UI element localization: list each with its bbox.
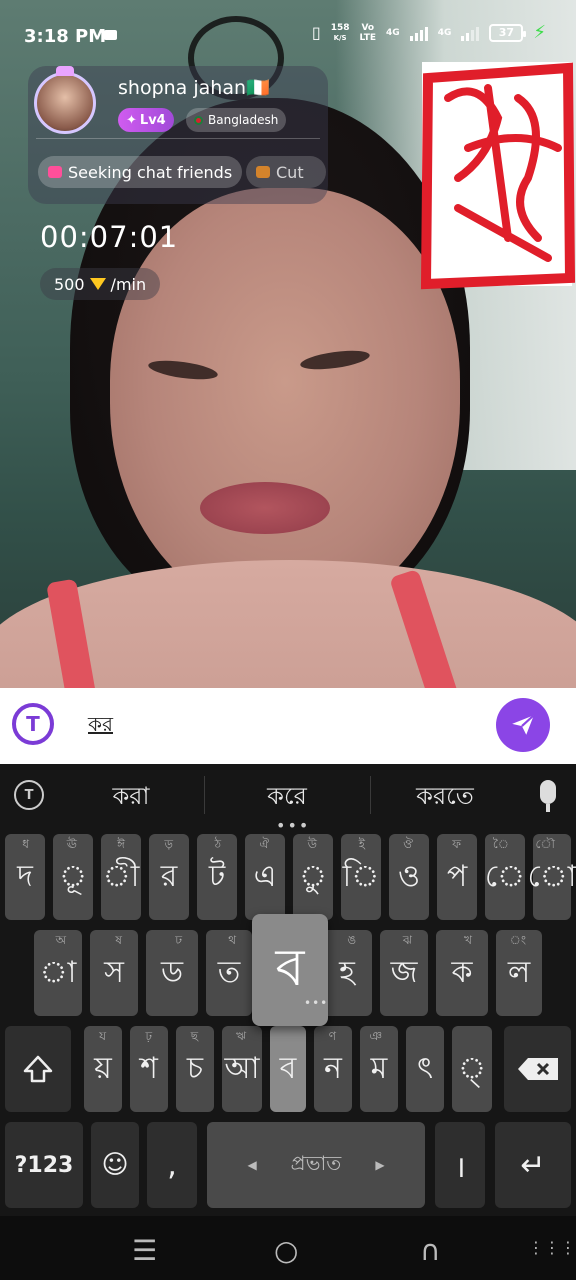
tag-icon xyxy=(256,166,270,178)
key[interactable]: ্ xyxy=(452,1026,492,1112)
suggestion-2[interactable]: করে xyxy=(232,778,342,818)
period-key[interactable]: । xyxy=(435,1122,485,1208)
microphone-icon[interactable] xyxy=(540,780,556,804)
backspace-key[interactable] xyxy=(504,1026,571,1112)
arrow-left-icon: ◀ xyxy=(247,1158,257,1172)
suggestion-3[interactable]: করতে xyxy=(390,778,500,818)
smiley-icon: ☺ xyxy=(101,1150,129,1180)
charging-icon: ⚡ xyxy=(533,22,546,43)
key[interactable]: র ড় xyxy=(149,834,189,920)
send-icon xyxy=(512,714,535,735)
sparkle-icon: ✦ xyxy=(126,112,137,128)
symbols-key[interactable]: ?123 xyxy=(5,1122,83,1208)
country-label: Bangladesh xyxy=(208,113,279,127)
key[interactable]: হঙ xyxy=(322,930,372,1016)
key[interactable]: ওঔ xyxy=(389,834,429,920)
shift-key[interactable] xyxy=(5,1026,71,1112)
avatar[interactable] xyxy=(34,72,96,134)
keyboard-translate-icon[interactable]: T xyxy=(14,780,44,810)
emoji-key[interactable]: ☺ xyxy=(91,1122,139,1208)
level-badge: ✦ Lv4 xyxy=(118,108,174,132)
key[interactable]: শ ঢ় xyxy=(130,1026,168,1112)
key[interactable]: া অ xyxy=(34,930,82,1016)
lte-label-2: 4G xyxy=(437,27,452,38)
enter-key[interactable]: ↵ xyxy=(495,1122,571,1208)
recents-icon[interactable]: ☰ xyxy=(132,1234,157,1267)
avatar-frame-icon xyxy=(56,66,74,76)
drawn-scribble xyxy=(420,62,576,290)
signal-icon-2 xyxy=(461,25,480,41)
key[interactable]: তথ xyxy=(206,930,252,1016)
enter-icon: ↵ xyxy=(520,1147,546,1183)
key[interactable]: ু উ xyxy=(293,834,333,920)
key[interactable]: মঞ xyxy=(360,1026,398,1112)
lte-label-1: 4G xyxy=(386,27,400,38)
caller-profile-card[interactable]: shopna jahan🇮🇪 ✦ Lv4 Bangladesh Seeking … xyxy=(28,66,328,204)
diamond-icon xyxy=(89,278,106,290)
key[interactable]: ৎ xyxy=(406,1026,444,1112)
chat-heart-icon xyxy=(48,166,62,178)
network-speed: 158 K/S xyxy=(330,22,350,42)
key[interactable]: আঋ xyxy=(222,1026,262,1112)
country-badge: Bangladesh xyxy=(186,108,287,132)
suggestion-strip: T করা করে করতে ••• xyxy=(0,764,576,835)
key[interactable]: নণ xyxy=(314,1026,352,1112)
status-time: 3:18 PM xyxy=(24,26,107,47)
volte-indicator: Vo LTE xyxy=(359,22,377,43)
home-icon[interactable]: ○ xyxy=(274,1234,298,1267)
key[interactable]: ি ই xyxy=(341,834,381,920)
key[interactable]: য় য xyxy=(84,1026,122,1112)
message-input-bar: T কর xyxy=(0,688,576,764)
call-timer: 00:07:01 xyxy=(40,220,179,254)
backspace-icon xyxy=(517,1058,558,1080)
arrow-right-icon: ▶ xyxy=(375,1158,385,1172)
key[interactable]: ী ঈ xyxy=(101,834,141,920)
send-button[interactable] xyxy=(496,698,550,752)
battery-icon: 37 xyxy=(489,23,527,42)
vibrate-icon: ▯ xyxy=(311,23,321,42)
space-key[interactable]: ◀ প্রভাত ▶ xyxy=(207,1122,425,1208)
message-input[interactable]: কর xyxy=(88,710,113,743)
navigation-bar: ☰ ○ ∩ ⋮⋮⋮ xyxy=(0,1216,576,1280)
key-pressed[interactable]: ব xyxy=(270,1026,306,1112)
caller-name: shopna jahan🇮🇪 xyxy=(118,77,270,99)
key[interactable]: ডঢ xyxy=(146,930,198,1016)
key[interactable]: োৌ xyxy=(528,834,576,920)
popup-more-icon: ••• xyxy=(304,996,329,1010)
signal-icon-1 xyxy=(409,25,428,41)
key[interactable]: সষ xyxy=(90,930,138,1016)
back-icon[interactable]: ∩ xyxy=(420,1234,441,1267)
key[interactable]: টঠ xyxy=(197,834,237,920)
space-label: প্রভাত xyxy=(290,1150,342,1175)
comma-key[interactable]: , xyxy=(147,1122,197,1208)
suggestion-divider xyxy=(204,776,205,814)
status-bar: 3:18 PM ▯ 158 K/S Vo LTE 4G 4G 37 ⚡ xyxy=(0,0,576,72)
key[interactable]: এঐ xyxy=(245,834,285,920)
microphone-stand xyxy=(546,804,550,812)
key[interactable]: লং xyxy=(496,930,542,1016)
shift-arrow-icon xyxy=(23,1055,53,1083)
camera-recording-icon xyxy=(104,30,117,40)
key[interactable]: পফ xyxy=(437,834,477,920)
key[interactable]: কখ xyxy=(436,930,488,1016)
key[interactable]: েৈ xyxy=(485,834,525,920)
call-rate: 500 /min xyxy=(40,268,161,300)
keyboard-switch-icon[interactable]: ⋮⋮⋮ xyxy=(528,1238,576,1257)
suggestion-1[interactable]: করা xyxy=(76,778,186,818)
level-label: Lv4 xyxy=(139,112,166,128)
suggestion-divider xyxy=(370,776,371,814)
tag-seeking-friends: Seeking chat friends xyxy=(38,156,243,188)
battery-level: 37 xyxy=(498,26,515,39)
key[interactable]: জঝ xyxy=(380,930,428,1016)
key[interactable]: দধ xyxy=(5,834,45,920)
key[interactable]: ূ ঊ xyxy=(53,834,93,920)
tag-cute: Cut xyxy=(246,156,326,188)
bangladesh-flag-icon xyxy=(194,115,203,125)
translate-icon[interactable]: T xyxy=(12,703,54,745)
card-divider xyxy=(36,138,320,139)
person-lips xyxy=(200,482,330,534)
more-suggestions-icon[interactable]: ••• xyxy=(276,816,310,835)
key[interactable]: চছ xyxy=(176,1026,214,1112)
